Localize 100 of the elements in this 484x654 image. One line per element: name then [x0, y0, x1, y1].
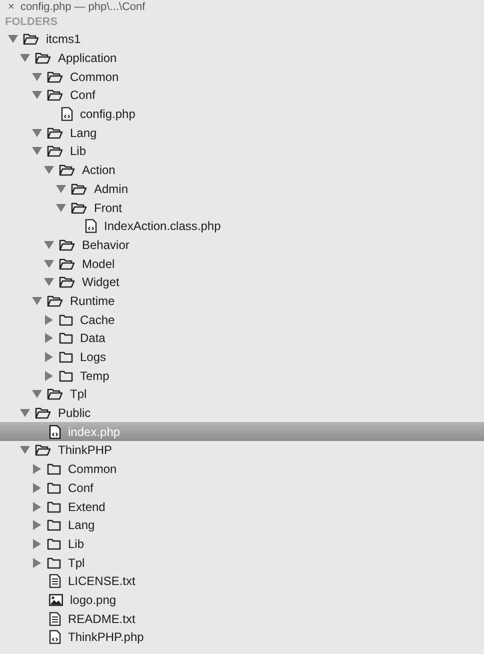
collapsed-arrow-icon[interactable]: [44, 370, 54, 381]
file-row[interactable]: logo.png: [0, 590, 484, 610]
folder-row[interactable]: Lib: [0, 142, 484, 161]
close-tab-button[interactable]: ×: [8, 2, 14, 12]
code-file-icon: [85, 219, 97, 234]
folder-name: Application: [58, 52, 117, 64]
folder-name: Extend: [68, 500, 106, 513]
folder-row[interactable]: Application: [0, 48, 484, 68]
folder-row[interactable]: Cache: [0, 310, 484, 329]
folder-row[interactable]: Conf: [0, 478, 484, 498]
expanded-arrow-icon[interactable]: [44, 258, 54, 269]
expanded-arrow-icon[interactable]: [20, 445, 30, 456]
open-folder-icon: [47, 126, 63, 139]
folder-icon: [59, 351, 73, 364]
folder-row[interactable]: Lang: [0, 516, 484, 535]
text-file-icon: [49, 612, 61, 626]
folder-row[interactable]: Runtime: [0, 292, 484, 310]
file-name: logo.png: [70, 594, 116, 606]
file-row[interactable]: config.php: [0, 104, 484, 124]
open-file-name[interactable]: config.php — php\...\Conf: [20, 2, 146, 12]
section-header: FOLDERS: [5, 16, 58, 28]
folder-row[interactable]: itcms1: [0, 30, 484, 49]
folder-name: Widget: [82, 276, 120, 288]
collapsed-arrow-icon[interactable]: [44, 314, 54, 325]
expanded-arrow-icon[interactable]: [32, 72, 42, 82]
open-folder-icon: [47, 294, 63, 307]
file-row[interactable]: ThinkPHP.php: [0, 628, 484, 647]
folder-name: Cache: [80, 314, 115, 326]
file-name: IndexAction.class.php: [104, 220, 221, 232]
text-file-icon: [49, 574, 61, 588]
collapsed-arrow-icon[interactable]: [32, 538, 42, 549]
expanded-arrow-icon[interactable]: [20, 408, 30, 418]
expanded-arrow-icon[interactable]: [32, 146, 42, 156]
folder-name: Public: [58, 407, 91, 420]
folder-name: ThinkPHP: [58, 444, 112, 456]
folder-name: Lib: [68, 538, 84, 550]
folder-row[interactable]: ThinkPHP: [0, 441, 484, 460]
collapsed-arrow-icon[interactable]: [32, 558, 42, 568]
collapsed-arrow-icon[interactable]: [32, 502, 42, 512]
collapsed-arrow-icon[interactable]: [32, 520, 42, 530]
folder-row[interactable]: Common: [0, 460, 484, 478]
folder-row[interactable]: Lib: [0, 534, 484, 554]
folder-icon: [59, 314, 73, 326]
folder-name: Tpl: [70, 388, 87, 400]
folder-row[interactable]: Extend: [0, 497, 484, 516]
collapsed-arrow-icon[interactable]: [32, 464, 42, 474]
file-row[interactable]: IndexAction.class.php: [0, 216, 484, 236]
expanded-arrow-icon[interactable]: [56, 202, 66, 213]
folder-name: Lib: [70, 145, 86, 158]
folder-row[interactable]: Front: [0, 198, 484, 217]
collapsed-arrow-icon[interactable]: [44, 333, 54, 344]
folder-row[interactable]: Tpl: [0, 553, 484, 572]
expanded-arrow-icon[interactable]: [32, 296, 42, 306]
file-row[interactable]: README.txt: [0, 609, 484, 628]
collapsed-arrow-icon[interactable]: [32, 482, 42, 493]
folder-row[interactable]: Common: [0, 67, 484, 86]
folder-row[interactable]: Tpl: [0, 385, 484, 404]
folder-row[interactable]: Conf: [0, 86, 484, 105]
expanded-arrow-icon[interactable]: [20, 53, 30, 64]
expanded-arrow-icon[interactable]: [44, 165, 54, 176]
folder-icon: [47, 463, 61, 476]
expanded-arrow-icon[interactable]: [8, 34, 18, 44]
expanded-arrow-icon[interactable]: [44, 240, 54, 250]
expanded-arrow-icon[interactable]: [32, 128, 42, 138]
folder-row[interactable]: Action: [0, 160, 484, 180]
expanded-arrow-icon[interactable]: [44, 277, 54, 288]
folder-row[interactable]: Behavior: [0, 236, 484, 254]
open-folder-icon: [35, 52, 51, 64]
file-row[interactable]: LICENSE.txt: [0, 572, 484, 591]
folder-row[interactable]: Data: [0, 329, 484, 348]
folder-row[interactable]: Admin: [0, 180, 484, 198]
folder-icon: [47, 538, 61, 550]
collapsed-arrow-icon[interactable]: [44, 352, 54, 362]
folder-name: Tpl: [68, 556, 85, 569]
folder-name: Runtime: [70, 294, 115, 307]
open-folder-icon: [59, 164, 75, 176]
file-name: index.php: [68, 426, 120, 438]
open-folder-icon: [59, 258, 75, 270]
folder-row[interactable]: Lang: [0, 123, 484, 142]
expanded-arrow-icon[interactable]: [56, 184, 66, 194]
expanded-arrow-icon[interactable]: [32, 90, 42, 100]
folder-row[interactable]: Logs: [0, 348, 484, 366]
folder-name: Lang: [70, 126, 97, 139]
folder-row[interactable]: Public: [0, 404, 484, 422]
folder-row[interactable]: Temp: [0, 366, 484, 386]
folder-name: Common: [68, 463, 117, 476]
folder-name: Data: [80, 332, 106, 344]
expanded-arrow-icon[interactable]: [32, 389, 42, 400]
folder-name: Front: [94, 202, 122, 214]
open-folder-icon: [59, 276, 75, 288]
folder-row[interactable]: Model: [0, 254, 484, 273]
open-folder-icon: [47, 89, 63, 102]
open-folder-icon: [47, 145, 63, 158]
open-folder-icon: [23, 33, 39, 46]
folder-row[interactable]: Widget: [0, 272, 484, 292]
folder-icon: [47, 556, 61, 569]
code-file-icon: [61, 107, 73, 122]
folder-name: Temp: [80, 370, 110, 382]
open-folder-icon: [35, 407, 51, 420]
code-file-icon: [49, 630, 61, 644]
